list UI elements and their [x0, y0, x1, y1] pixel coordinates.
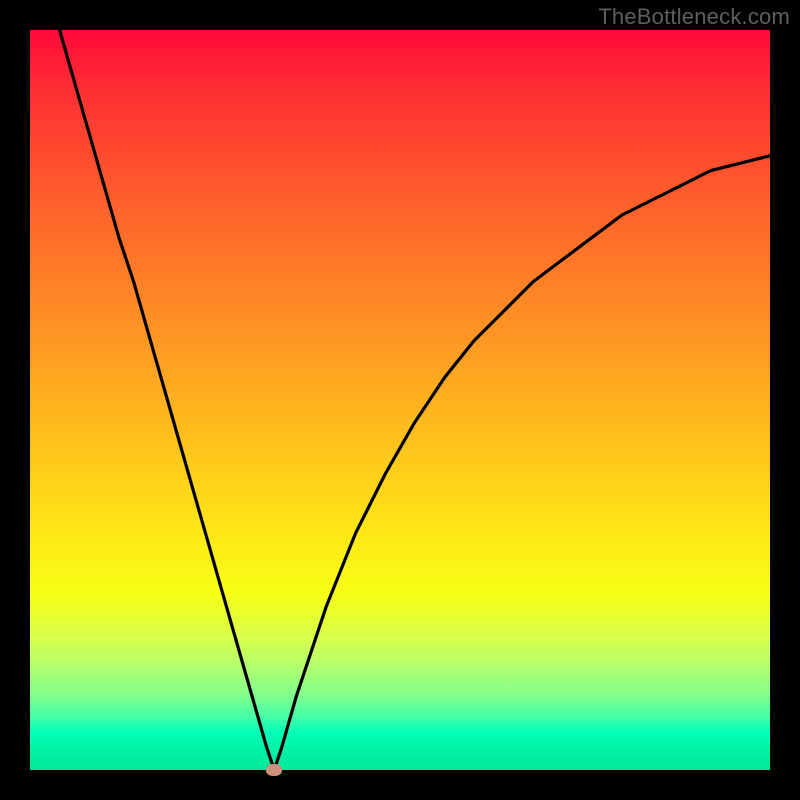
watermark-text: TheBottleneck.com [598, 4, 790, 30]
chart-svg [30, 30, 770, 770]
min-marker [266, 764, 282, 776]
bottleneck-curve [60, 30, 770, 770]
